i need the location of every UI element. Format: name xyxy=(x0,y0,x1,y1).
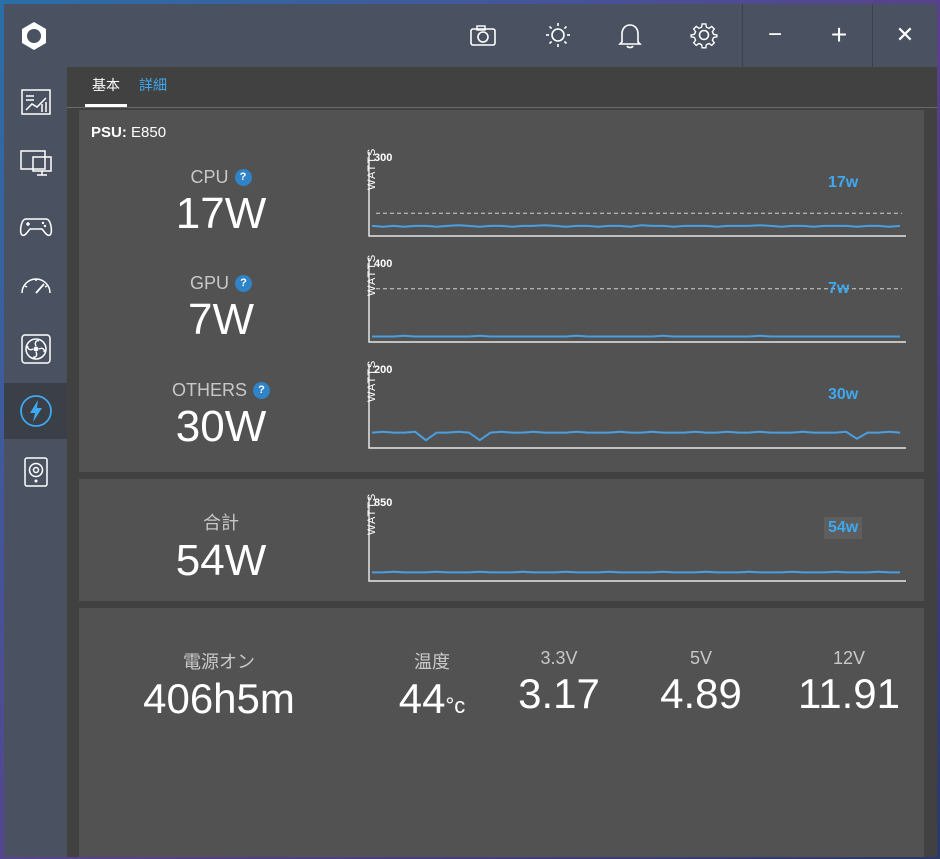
temp-label: 温度 xyxy=(414,652,450,672)
chart-svg xyxy=(368,258,906,343)
minimize-icon[interactable]: − xyxy=(758,18,792,52)
chart-current-value: 54w xyxy=(824,517,863,539)
total-metric: 合計 54W xyxy=(79,509,363,583)
total-panel: 合計 54W 850 WATTS 54w xyxy=(79,479,924,601)
cpu-chart: 300 WATTS 17w xyxy=(366,148,906,240)
chart-unit-label: WATTS xyxy=(366,253,378,296)
title-bar: − + ✕ xyxy=(4,4,937,67)
power-on-label: 電源オン xyxy=(183,652,255,672)
sidebar-item-dashboard[interactable] xyxy=(4,73,67,129)
gpu-label: GPU xyxy=(189,273,229,293)
v5-label: 5V xyxy=(689,648,713,668)
sidebar xyxy=(4,67,67,857)
chart-axis xyxy=(368,497,906,582)
v12-value: 11.91 xyxy=(798,670,900,717)
total-chart: 850 WATTS 54w xyxy=(366,493,906,585)
close-icon[interactable]: ✕ xyxy=(888,18,922,52)
dashboard-icon xyxy=(20,89,51,115)
psu-model: PSU: E850 xyxy=(91,124,167,141)
sidebar-item-gaming[interactable] xyxy=(4,197,67,253)
app-logo-icon[interactable] xyxy=(16,18,52,54)
v33-value: 3.17 xyxy=(518,670,600,717)
others-value: 30W xyxy=(175,402,267,451)
help-icon[interactable]: ? xyxy=(235,275,252,292)
others-chart: 200 WATTS 30w xyxy=(366,360,906,452)
tab-bar: 基本 詳細 xyxy=(67,67,937,108)
chart-axis xyxy=(368,364,906,449)
gpu-metric: GPU? 7W xyxy=(79,273,363,342)
total-label: 合計 xyxy=(203,513,239,533)
main-content: 基本 詳細 PSU: E850 CPU? 17W 300 WATTS 17w G… xyxy=(67,67,937,857)
total-value: 54W xyxy=(175,536,267,585)
cpu-metric: CPU? 17W xyxy=(79,167,363,236)
cpu-value: 17W xyxy=(175,189,267,238)
sidebar-item-performance[interactable] xyxy=(4,259,67,315)
speaker-icon xyxy=(23,457,48,487)
chart-unit-label: WATTS xyxy=(366,359,378,402)
cpu-label: CPU xyxy=(190,167,229,187)
v12-stat: 12V 11.91 xyxy=(784,648,914,717)
others-metric: OTHERS? 30W xyxy=(79,380,363,449)
v5-value: 4.89 xyxy=(660,670,742,717)
v12-label: 12V xyxy=(832,648,866,668)
others-label: OTHERS xyxy=(171,380,247,400)
chart-axis xyxy=(368,258,906,343)
camera-icon[interactable] xyxy=(466,18,500,52)
temp-value: 44 xyxy=(398,675,446,722)
psu-panel: PSU: E850 CPU? 17W 300 WATTS 17w GPU? 7W… xyxy=(79,110,924,472)
chart-axis xyxy=(368,152,906,237)
bell-icon[interactable] xyxy=(613,18,647,52)
gamepad-icon xyxy=(19,218,52,237)
power-on-stat: 電源オン 406h5m xyxy=(129,648,309,722)
fan-icon xyxy=(20,334,51,364)
series-line xyxy=(372,570,900,574)
chart-unit-label: WATTS xyxy=(366,492,378,535)
gpu-value: 7W xyxy=(188,295,254,344)
series-line xyxy=(372,334,900,338)
series-line xyxy=(371,430,901,442)
tab-basic[interactable]: 基本 xyxy=(85,67,127,107)
chart-svg xyxy=(368,152,906,237)
series-line xyxy=(371,224,901,228)
temp-stat: 温度 44°c xyxy=(377,648,487,729)
gear-icon[interactable] xyxy=(687,18,721,52)
app-window: − + ✕ 基本 詳細 PSU: E850 CPU ? 17W 300 WATT… xyxy=(4,4,937,857)
chart-current-value: 17w xyxy=(828,174,859,191)
v33-stat: 3.3V 3.17 xyxy=(509,648,609,717)
power-on-value: 406h5m xyxy=(143,675,295,722)
help-icon[interactable]: ? xyxy=(234,169,252,186)
chart-svg xyxy=(368,497,906,582)
maximize-icon[interactable]: + xyxy=(822,18,856,52)
brightness-icon[interactable] xyxy=(541,18,575,52)
temp-unit: °c xyxy=(445,693,466,718)
gpu-chart: 400 WATTS 7w xyxy=(366,254,906,346)
sidebar-item-fan[interactable] xyxy=(4,321,67,377)
sidebar-item-speaker[interactable] xyxy=(4,445,67,501)
v5-stat: 5V 4.89 xyxy=(651,648,751,717)
chart-current-value: 30w xyxy=(828,386,859,403)
v33-label: 3.3V xyxy=(540,648,578,668)
speedometer-icon xyxy=(20,278,51,294)
chart-current-value: 7w xyxy=(828,280,850,297)
sidebar-item-power[interactable] xyxy=(4,383,67,439)
power-icon xyxy=(19,395,52,427)
stats-panel: 電源オン 406h5m 温度 44°c 3.3V 3.17 5V 4.89 12… xyxy=(79,608,924,857)
tab-detail[interactable]: 詳細 xyxy=(139,67,167,107)
monitor-icon xyxy=(19,150,52,176)
help-icon[interactable]: ? xyxy=(253,382,270,399)
sidebar-item-monitor[interactable] xyxy=(4,135,67,191)
chart-svg xyxy=(368,364,906,449)
chart-unit-label: WATTS xyxy=(366,147,378,190)
